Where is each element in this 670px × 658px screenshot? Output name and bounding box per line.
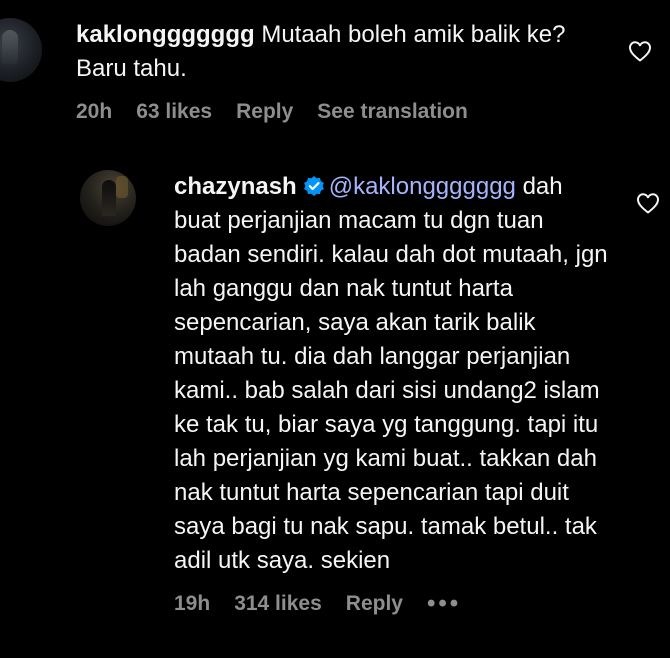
verified-badge-icon bbox=[303, 176, 324, 196]
more-options-icon[interactable]: ••• bbox=[427, 592, 461, 616]
comment-username[interactable]: kaklonggggggg bbox=[76, 21, 255, 48]
comment-body: chazynash @kaklonggggggg dah buat perjanj… bbox=[174, 170, 670, 616]
comment-thread: kaklonggggggg Mutaah boleh amik balik ke… bbox=[0, 0, 670, 658]
avatar[interactable] bbox=[0, 18, 42, 82]
comment-text-block: kaklonggggggg Mutaah boleh amik balik ke… bbox=[76, 18, 606, 86]
comment-time: 20h bbox=[76, 100, 113, 123]
comment-meta: 20h 63 likes Reply See translation bbox=[76, 100, 606, 124]
comment-text-block: chazynash @kaklonggggggg dah buat perjanj… bbox=[174, 170, 614, 578]
comment-likes[interactable]: 63 likes bbox=[136, 100, 212, 124]
avatar-light bbox=[116, 176, 128, 198]
avatar-figure bbox=[2, 30, 18, 64]
avatar-figure bbox=[102, 180, 116, 216]
reply-comment: chazynash @kaklonggggggg dah buat perjanj… bbox=[80, 170, 670, 616]
avatar[interactable] bbox=[80, 170, 136, 226]
comment: kaklonggggggg Mutaah boleh amik balik ke… bbox=[0, 18, 670, 124]
mention-link[interactable]: @kaklonggggggg bbox=[329, 173, 516, 200]
reply-button[interactable]: Reply bbox=[236, 100, 293, 124]
comment-meta: 19h 314 likes Reply ••• bbox=[174, 592, 614, 616]
heart-outline-icon[interactable] bbox=[628, 40, 652, 62]
comment-body: kaklonggggggg Mutaah boleh amik balik ke… bbox=[76, 18, 670, 124]
heart-outline-icon[interactable] bbox=[636, 192, 660, 214]
comment-time: 19h bbox=[174, 592, 211, 615]
reply-button[interactable]: Reply bbox=[346, 592, 403, 616]
comment-likes[interactable]: 314 likes bbox=[234, 592, 322, 616]
see-translation-button[interactable]: See translation bbox=[317, 100, 468, 124]
comment-text: dah buat perjanjian macam tu dgn tuan ba… bbox=[174, 173, 608, 574]
comment-username[interactable]: chazynash bbox=[174, 173, 297, 200]
